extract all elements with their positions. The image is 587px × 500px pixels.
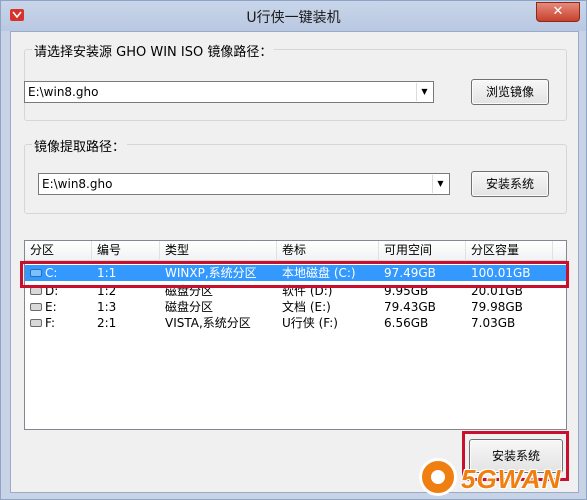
extract-path-combo[interactable]: E:\win8.gho ▼ bbox=[38, 173, 450, 195]
source-group-label: 请选择安装源 GHO WIN ISO 镜像路径： bbox=[32, 41, 275, 60]
install-system-top-button[interactable]: 安装系统 bbox=[471, 171, 549, 197]
chevron-down-icon[interactable]: ▼ bbox=[416, 83, 432, 101]
installer-window: U行侠一键装机 ✕ 请选择安装源 GHO WIN ISO 镜像路径： E:\wi… bbox=[0, 0, 587, 500]
partition-type: VISTA,系统分区 bbox=[165, 316, 251, 330]
extract-group-label: 镜像提取路径： bbox=[32, 136, 128, 155]
partition-capacity: 7.03GB bbox=[471, 316, 516, 330]
partition-list-header: 分区 编号 类型 卷标 可用空间 分区容量 bbox=[25, 241, 566, 261]
partition-capacity: 79.98GB bbox=[471, 300, 523, 314]
column-header-capacity[interactable]: 分区容量 bbox=[466, 241, 553, 261]
window-client-area: 请选择安装源 GHO WIN ISO 镜像路径： E:\win8.gho ▼ 浏… bbox=[10, 31, 579, 493]
watermark-text: 5GWAN bbox=[461, 464, 562, 494]
window-title: U行侠一键装机 bbox=[246, 10, 341, 26]
partition-drive: E: bbox=[45, 300, 57, 314]
partition-number: 2:1 bbox=[97, 316, 117, 330]
partition-free: 6.56GB bbox=[384, 316, 429, 330]
title-bar[interactable]: U行侠一键装机 ✕ bbox=[1, 1, 586, 31]
partition-label: 文档 (E:) bbox=[282, 300, 331, 314]
close-icon: ✕ bbox=[552, 4, 564, 19]
browse-image-button[interactable]: 浏览镜像 bbox=[471, 79, 549, 105]
column-header-number[interactable]: 编号 bbox=[92, 241, 160, 261]
partition-type: 磁盘分区 bbox=[165, 300, 214, 314]
partition-free: 79.43GB bbox=[384, 300, 436, 314]
selected-row-highlight bbox=[20, 261, 569, 288]
partition-row[interactable]: E: 1:3 磁盘分区 文档 (E:) 79.43GB 79.98GB bbox=[25, 299, 566, 315]
partition-drive: F: bbox=[45, 316, 56, 330]
column-header-label[interactable]: 卷标 bbox=[277, 241, 379, 261]
source-path-value: E:\win8.gho bbox=[28, 85, 99, 99]
partition-number: 1:3 bbox=[97, 300, 117, 314]
close-button[interactable]: ✕ bbox=[536, 2, 580, 22]
extract-path-value: E:\win8.gho bbox=[42, 177, 113, 191]
watermark-logo-icon bbox=[419, 458, 457, 496]
column-header-partition[interactable]: 分区 bbox=[25, 241, 92, 261]
column-header-type[interactable]: 类型 bbox=[160, 241, 277, 261]
partition-label: U行侠 (F:) bbox=[282, 316, 338, 330]
source-path-combo[interactable]: E:\win8.gho ▼ bbox=[24, 81, 434, 103]
partition-row[interactable]: F: 2:1 VISTA,系统分区 U行侠 (F:) 6.56GB 7.03GB bbox=[25, 315, 566, 331]
watermark: 5GWAN bbox=[419, 458, 587, 498]
chevron-down-icon[interactable]: ▼ bbox=[432, 175, 448, 193]
column-header-free-space[interactable]: 可用空间 bbox=[379, 241, 466, 261]
